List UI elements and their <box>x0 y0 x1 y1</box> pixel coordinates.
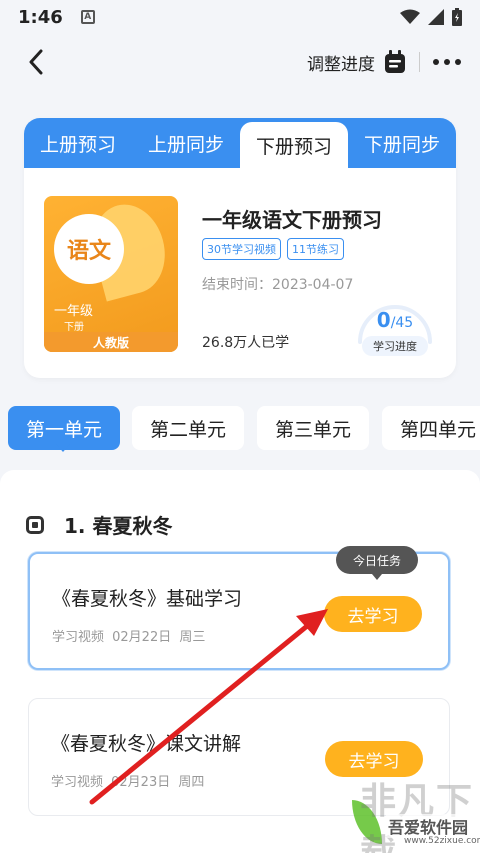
today-task-tip: 今日任务 <box>336 546 418 580</box>
status-time: 1:46 <box>18 6 63 28</box>
signal-icon <box>428 9 444 25</box>
cover-grade: 一年级 <box>54 304 94 319</box>
section-title: 1. 春夏秋冬 <box>64 514 173 538</box>
nav-divider <box>419 52 420 72</box>
nav-bar: 调整进度 <box>0 36 480 88</box>
status-icons <box>400 8 462 26</box>
progress-total: /45 <box>390 315 414 331</box>
lesson-title: 《春夏秋冬》课文讲解 <box>51 733 242 755</box>
adjust-progress-button[interactable]: 调整进度 <box>307 50 375 75</box>
section-icon <box>26 515 44 534</box>
book-title: 一年级语文下册预习 <box>202 208 382 232</box>
unit-pointer <box>56 444 70 452</box>
unit-4[interactable]: 第四单元 <box>382 406 480 450</box>
progress-done: 0 <box>376 308 391 332</box>
tag-exercises: 11节练习 <box>287 238 344 260</box>
tab-upper-sync[interactable]: 上册同步 <box>132 118 240 168</box>
end-time: 结束时间：2023-04-07 <box>202 277 354 293</box>
status-bar: 1:46 A <box>0 0 480 34</box>
battery-icon <box>452 8 462 26</box>
nav-actions: 调整进度 <box>307 47 462 77</box>
go-study-button[interactable]: 去学习 <box>324 596 422 632</box>
notification-icon: A <box>80 10 95 24</box>
more-dots-icon <box>433 59 461 65</box>
book-card: 上册预习 上册同步 下册预习 下册同步 语文 一年级 下册 人教版 一年级语文下… <box>24 118 456 378</box>
back-button[interactable] <box>18 44 54 80</box>
tag-videos: 30节学习视频 <box>202 238 281 260</box>
progress-indicator: 0/45 学习进度 <box>354 290 436 360</box>
lesson-item[interactable]: 《春夏秋冬》基础学习 学习视频 02月22日 周三 今日任务 去学习 <box>28 546 450 670</box>
learner-count: 26.8万人已学 <box>202 335 290 351</box>
wifi-icon <box>400 9 420 24</box>
unit-2[interactable]: 第二单元 <box>132 406 244 450</box>
book-tabs: 上册预习 上册同步 下册预习 下册同步 <box>24 118 456 168</box>
section-header: 1. 春夏秋冬 <box>26 510 172 539</box>
tab-upper-preview[interactable]: 上册预习 <box>24 118 132 168</box>
more-button[interactable] <box>432 47 462 77</box>
cover-title: 语文 <box>54 214 124 284</box>
lesson-meta: 学习视频 02月22日 周三 <box>52 630 206 645</box>
progress-label: 学习进度 <box>362 336 428 356</box>
tab-lower-sync[interactable]: 下册同步 <box>348 118 456 168</box>
book-tags: 30节学习视频 11节练习 <box>202 238 344 260</box>
watermark-url: www.52zixue.com <box>404 836 480 846</box>
cover-edition: 人教版 <box>44 332 178 352</box>
unit-selector: 第一单元 第二单元 第三单元 第四单元 <box>0 406 480 454</box>
watermark-name: 吾爱软件园 <box>386 814 471 838</box>
lesson-title: 《春夏秋冬》基础学习 <box>52 588 243 610</box>
tab-lower-preview[interactable]: 下册预习 <box>240 122 348 168</box>
calendar-icon[interactable] <box>383 49 407 75</box>
book-cover: 语文 一年级 下册 人教版 <box>44 196 178 352</box>
lesson-meta: 学习视频 02月23日 周四 <box>51 775 205 790</box>
cover-volume: 下册 <box>64 322 84 333</box>
watermark: 非凡下载 吾爱软件园 www.52zixue.com <box>346 770 480 853</box>
chevron-left-icon <box>29 49 43 75</box>
progress-value: 0/45 <box>354 308 436 332</box>
unit-3[interactable]: 第三单元 <box>257 406 369 450</box>
